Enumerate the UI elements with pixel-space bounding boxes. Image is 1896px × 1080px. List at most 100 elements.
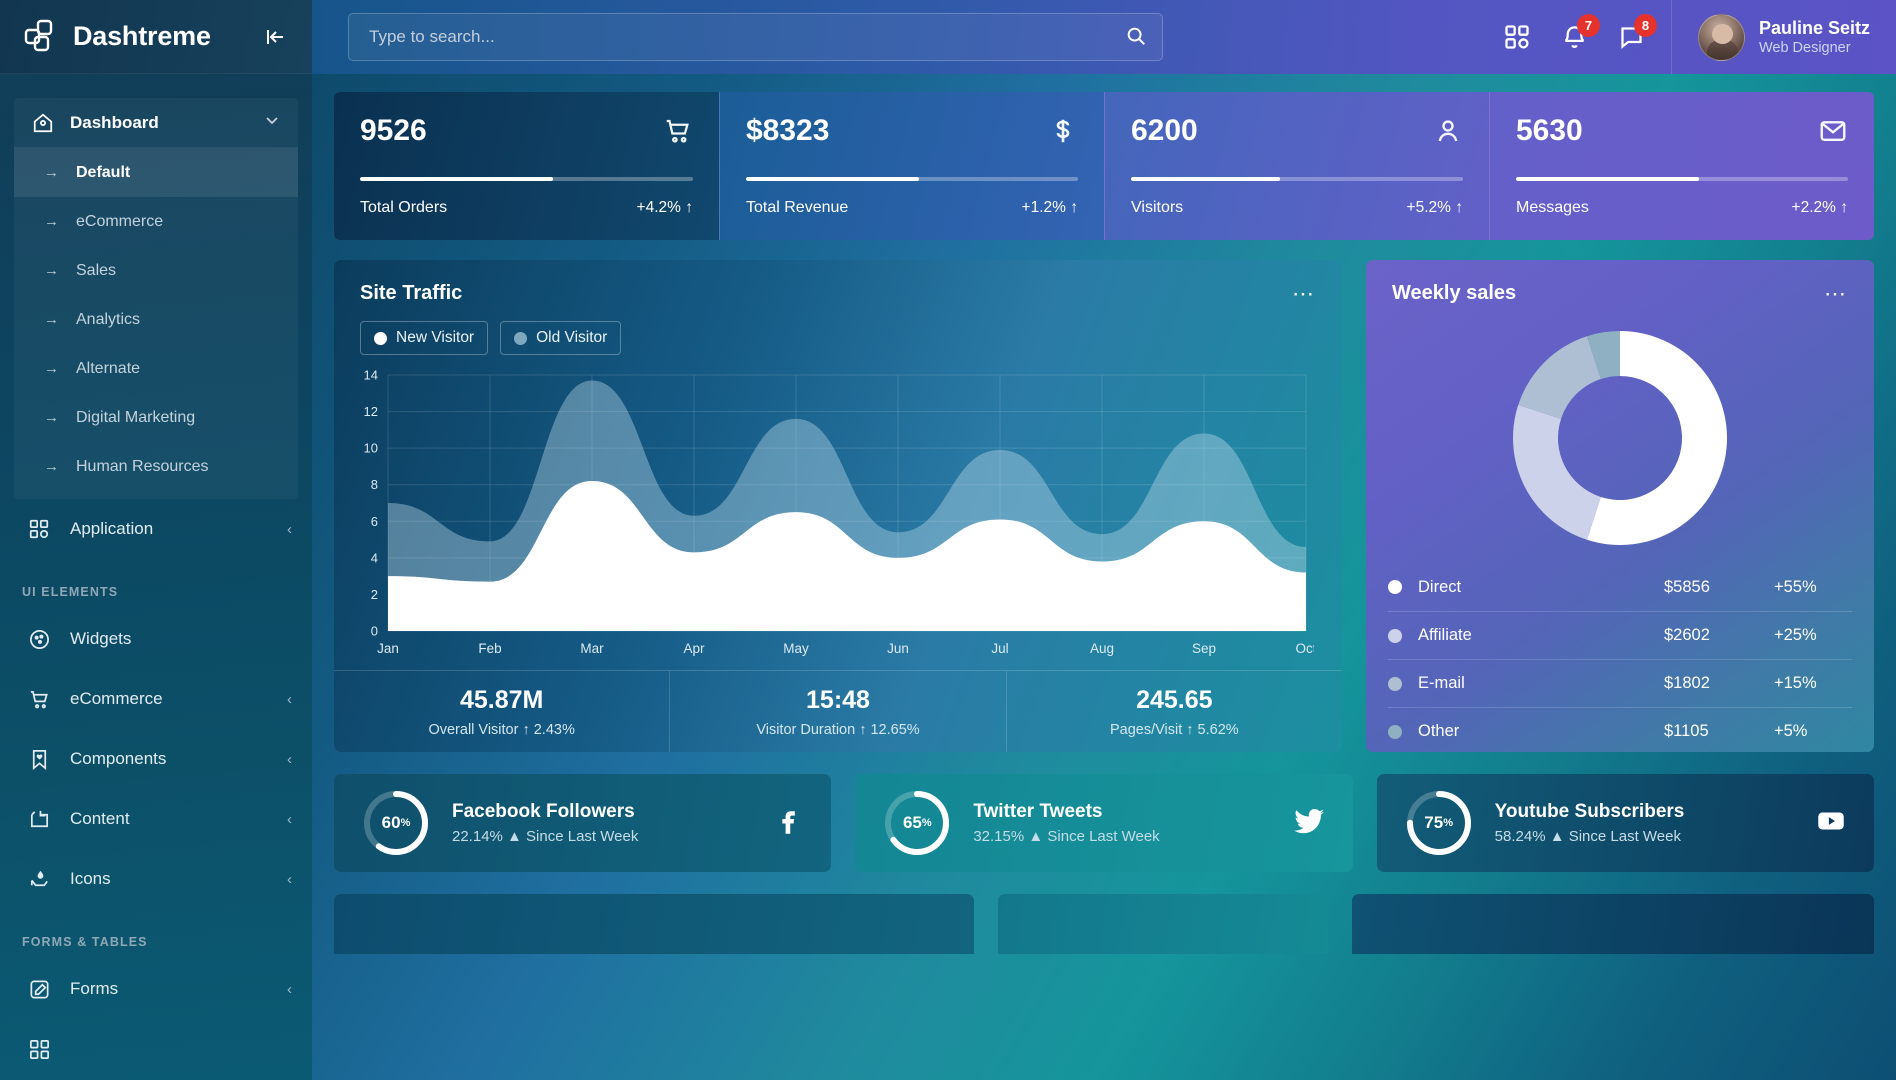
- kpi-delta: +4.2% ↑: [637, 199, 693, 217]
- row-percent: +55%: [1774, 577, 1817, 596]
- dashtreme-logo-icon: [22, 18, 60, 56]
- chevron-right-icon[interactable]: ‹: [287, 521, 292, 538]
- facebook-icon: [771, 804, 805, 843]
- chevron-right-icon[interactable]: ‹: [287, 981, 292, 998]
- user-profile[interactable]: Pauline Seitz Web Designer: [1670, 0, 1896, 74]
- row-name: Direct: [1418, 577, 1462, 596]
- kpi-delta-value: +5.2%: [1406, 199, 1451, 216]
- dollar-icon: [1048, 116, 1078, 151]
- bookmark-heart-icon: [28, 748, 56, 771]
- svg-text:Apr: Apr: [683, 641, 705, 656]
- social-card-twitter[interactable]: 65% Twitter Tweets 32.15% ▲ Since Last W…: [855, 774, 1353, 872]
- table-row[interactable]: E-mail $1802 +15%: [1388, 659, 1852, 707]
- donut-slice-affiliate[interactable]: [1513, 404, 1601, 540]
- cart-icon: [28, 688, 56, 711]
- site-traffic-header: Site Traffic ⋯: [334, 260, 1342, 313]
- svg-text:Aug: Aug: [1090, 641, 1114, 656]
- partial-card-right[interactable]: [1352, 894, 1874, 954]
- social-card-youtube[interactable]: 75% Youtube Subscribers 58.24% ▲ Since L…: [1376, 774, 1874, 872]
- sidebar-item-alternate[interactable]: → Alternate: [14, 344, 298, 393]
- more-options-icon[interactable]: ⋯: [1824, 282, 1848, 305]
- kpi-card-visitors[interactable]: 6200 Visitors +5.2% ↑: [1104, 92, 1489, 240]
- kpi-delta-value: +4.2%: [636, 199, 681, 216]
- kpi-delta: +5.2% ↑: [1407, 199, 1463, 217]
- kpi-delta: +1.2% ↑: [1022, 199, 1078, 217]
- brand-header: Dashtreme: [0, 0, 312, 74]
- arrow-right-icon: →: [44, 458, 59, 475]
- more-options-icon[interactable]: ⋯: [1292, 282, 1316, 305]
- sidebar-item-icons[interactable]: Icons ‹: [0, 849, 312, 909]
- sidebar-item-widgets[interactable]: Widgets: [0, 609, 312, 669]
- partial-card-left[interactable]: [334, 894, 974, 954]
- kpi-card-total-orders[interactable]: 9526 Total Orders +4.2% ↑: [334, 92, 719, 240]
- arrow-right-icon: →: [44, 311, 59, 328]
- grid-apps-icon[interactable]: [1503, 23, 1531, 51]
- weekly-sales-donut: [1366, 313, 1874, 563]
- legend-dot-direct: [1388, 580, 1402, 594]
- sidebar-item-ecommerce[interactable]: → eCommerce: [14, 197, 298, 246]
- kpi-delta-value: +2.2%: [1791, 199, 1836, 216]
- progress-ring-twitter: 65%: [881, 787, 953, 859]
- legend-old-visitor-label: Old Visitor: [536, 329, 608, 346]
- svg-text:Mar: Mar: [580, 641, 604, 656]
- sidebar-item-application[interactable]: Application ‹: [0, 499, 312, 559]
- kpi-footer: Messages +2.2% ↑: [1516, 199, 1848, 217]
- trend-up-icon: ↑: [685, 199, 693, 216]
- progress-ring-facebook: 60%: [360, 787, 432, 859]
- trend-up-icon: ↑: [1455, 199, 1463, 216]
- svg-text:14: 14: [364, 368, 378, 383]
- site-traffic-stats: 45.87M Overall Visitor ↑ 2.43% 15:48 Vis…: [334, 670, 1342, 752]
- sidebar-item-content-label: Content: [70, 809, 130, 828]
- ring-percent-twitter: 65%: [902, 813, 932, 832]
- home-icon: [32, 112, 58, 134]
- svg-text:May: May: [783, 641, 809, 656]
- stat-label: Visitor Duration ↑ 12.65%: [756, 722, 920, 738]
- sidebar-item-forms[interactable]: Forms ‹: [0, 959, 312, 1019]
- social-title: Facebook Followers: [452, 801, 635, 822]
- search-icon[interactable]: [1125, 25, 1147, 52]
- chevron-right-icon[interactable]: ‹: [287, 811, 292, 828]
- site-traffic-chart: 0 2 4 6 8 10 12 14 Jan Feb Mar Apr May Jun Jul Aug Sep O…: [334, 365, 1342, 670]
- table-row[interactable]: Direct $5856 +55%: [1388, 563, 1852, 611]
- social-subtitle: 22.14% ▲ Since Last Week: [452, 828, 639, 845]
- partial-card-middle[interactable]: [998, 894, 1328, 954]
- sidebar-item-sales[interactable]: → Sales: [14, 246, 298, 295]
- sidebar-item-analytics[interactable]: → Analytics: [14, 295, 298, 344]
- chevron-right-icon[interactable]: ‹: [287, 751, 292, 768]
- chevron-right-icon[interactable]: ‹: [287, 691, 292, 708]
- donut-slice-e-mail[interactable]: [1518, 336, 1601, 419]
- kpi-delta: +2.2% ↑: [1792, 199, 1848, 217]
- kpi-card-total-revenue[interactable]: $8323 Total Revenue +1.2% ↑: [719, 92, 1104, 240]
- table-row[interactable]: Other $1105 +5%: [1388, 707, 1852, 752]
- donut-chart-svg: [1513, 331, 1727, 545]
- legend-old-visitor[interactable]: Old Visitor: [500, 321, 622, 355]
- legend-new-visitor[interactable]: New Visitor: [360, 321, 489, 355]
- collapse-sidebar-icon[interactable]: [260, 22, 290, 52]
- stat-value: 245.65: [1136, 686, 1213, 714]
- sidebar-item-components[interactable]: Components ‹: [0, 729, 312, 789]
- sidebar-item-tables-partial[interactable]: [0, 1019, 312, 1079]
- stat-label: Pages/Visit ↑ 5.62%: [1109, 722, 1239, 738]
- chevron-down-icon[interactable]: [264, 112, 280, 133]
- search-input[interactable]: [348, 13, 1163, 61]
- sidebar-item-dashboard[interactable]: Dashboard: [14, 98, 298, 148]
- table-row[interactable]: Affiliate $2602 +25%: [1388, 611, 1852, 659]
- sidebar-item-application-label: Application: [70, 519, 154, 538]
- sidebar-item-default-label: Default: [76, 163, 131, 181]
- kpi-card-messages[interactable]: 5630 Messages +2.2% ↑: [1489, 92, 1874, 240]
- arrow-right-icon: →: [44, 262, 59, 279]
- bell-icon[interactable]: 7: [1561, 13, 1600, 51]
- chevron-right-icon[interactable]: ‹: [287, 871, 292, 888]
- legend-dot-email: [1388, 676, 1402, 691]
- kpi-progress-bar: [1131, 177, 1463, 181]
- sidebar-item-default[interactable]: → Default: [14, 148, 298, 197]
- sidebar-item-content[interactable]: Content ‹: [0, 789, 312, 849]
- chat-icon[interactable]: 8: [1618, 13, 1657, 51]
- kpi-label: Messages: [1516, 199, 1589, 216]
- social-card-facebook[interactable]: 60% Facebook Followers 22.14% ▲ Since La…: [334, 774, 832, 872]
- sidebar-item-ui-ecommerce[interactable]: eCommerce ‹: [0, 669, 312, 729]
- svg-text:6: 6: [371, 514, 378, 529]
- sidebar-item-dashboard-label: Dashboard: [70, 112, 159, 132]
- sidebar-item-digital-marketing[interactable]: → Digital Marketing: [14, 393, 298, 442]
- sidebar-item-human-resources[interactable]: → Human Resources: [14, 442, 298, 491]
